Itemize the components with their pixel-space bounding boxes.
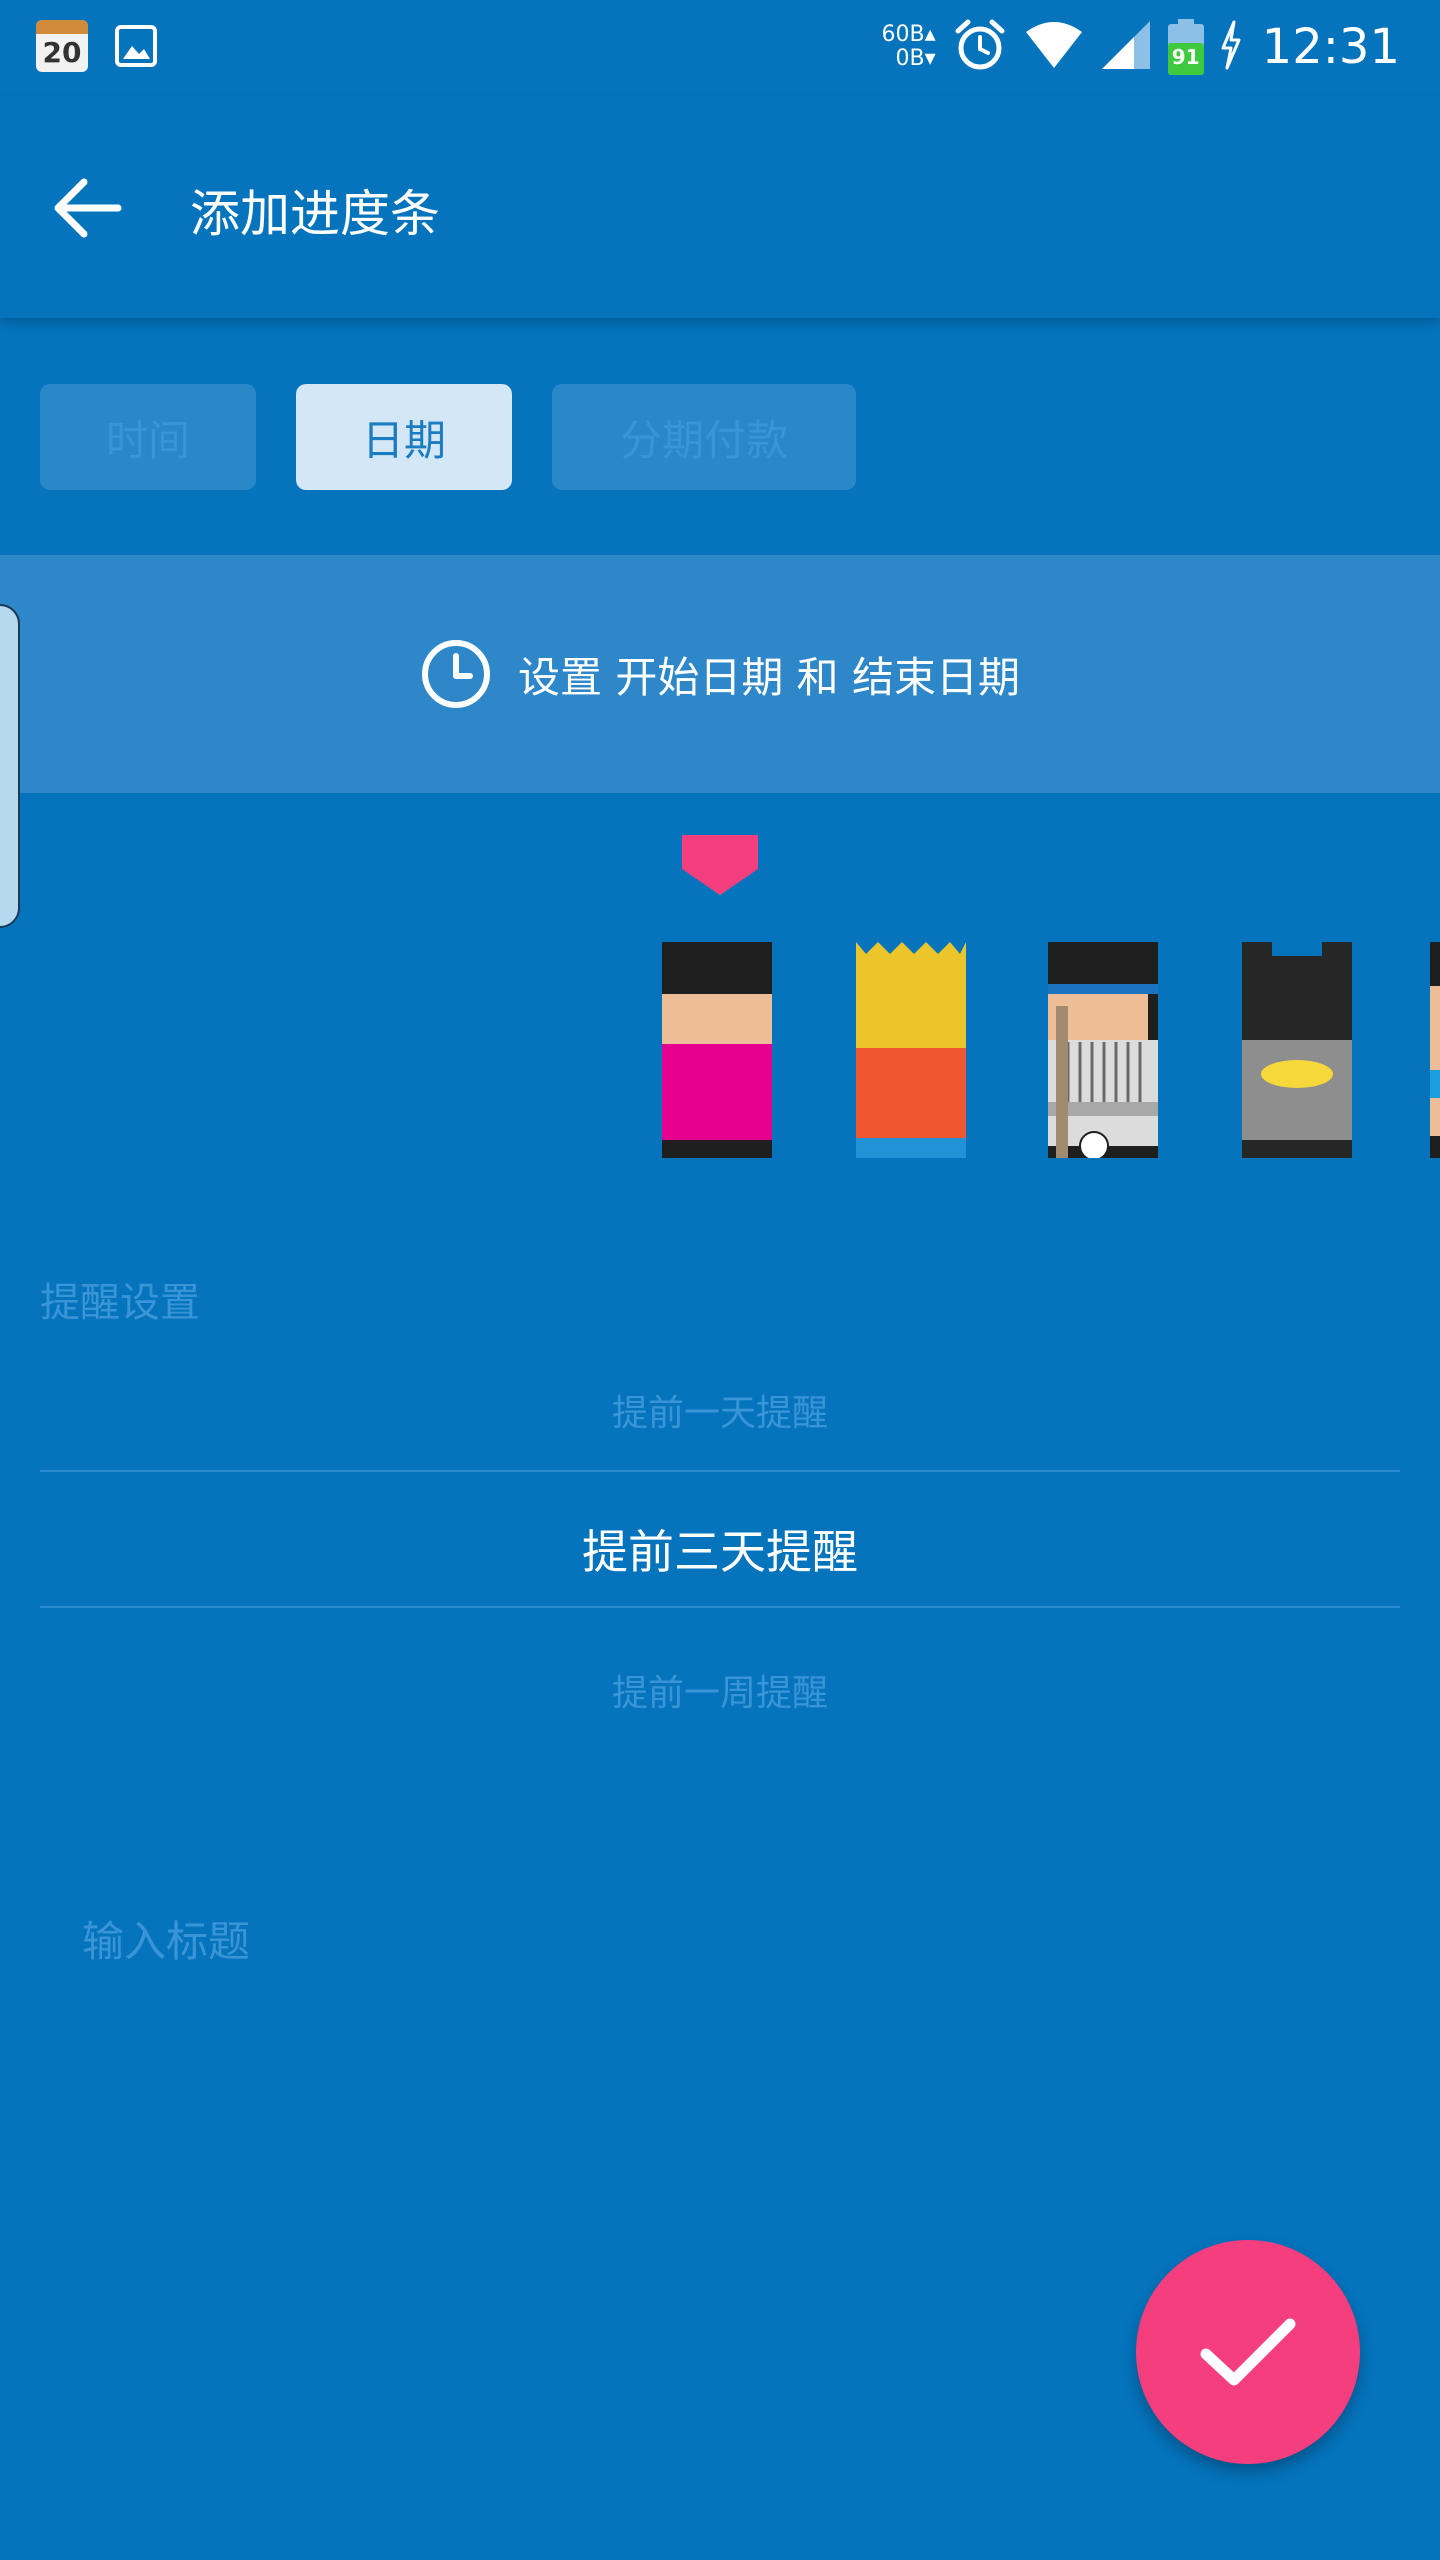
picker-divider-bottom [40, 1606, 1400, 1608]
calendar-day: 20 [42, 36, 82, 69]
image-notification-icon [114, 24, 158, 68]
battery-level: 91 [1171, 45, 1200, 69]
back-button[interactable] [52, 168, 142, 248]
screen: 20 60B▴ 0B▾ 91 12:31 添加进度条 时间 日期 分期付款 设置… [0, 0, 1440, 2560]
title-input[interactable] [80, 1910, 1184, 1972]
net-down: 0B▾ [895, 46, 936, 71]
date-setting-text: 设置 开始日期 和 结束日期 [517, 652, 1021, 702]
date-setting-bar[interactable]: 设置 开始日期 和 结束日期 [0, 555, 1440, 793]
clock-time: 12:31 [1261, 19, 1400, 75]
net-up: 60B▴ [881, 22, 936, 47]
tab-time[interactable]: 时间 [40, 384, 256, 490]
charging-bolt-icon [1220, 20, 1242, 74]
type-tabs: 时间 日期 分期付款 [40, 384, 856, 490]
system-icons: 60B▴ 0B▾ 91 12:31 [882, 14, 1400, 80]
batman-character[interactable] [1242, 942, 1352, 1158]
yellow-hair-character[interactable] [856, 942, 966, 1158]
page-title: 添加进度条 [190, 185, 440, 243]
battery-icon: 91 [1167, 19, 1204, 75]
side-drawer-handle[interactable] [0, 604, 20, 928]
alarm-icon [952, 17, 1008, 77]
picker-divider-top [40, 1470, 1400, 1472]
arrow-back-icon [54, 178, 122, 238]
confirm-fab[interactable] [1136, 2240, 1360, 2464]
partial-character[interactable] [1430, 942, 1440, 1158]
selection-pointer-icon [682, 835, 758, 895]
pink-shirt-character[interactable] [662, 942, 772, 1158]
clock-icon [421, 640, 490, 708]
tab-date[interactable]: 日期 [296, 384, 512, 490]
reminder-option-three-days[interactable]: 提前三天提醒 [0, 1516, 1440, 1582]
reminder-option-one-week[interactable]: 提前一周提醒 [0, 1664, 1440, 1716]
tab-installment[interactable]: 分期付款 [552, 384, 856, 490]
baseball-character[interactable] [1048, 942, 1158, 1158]
reminder-section-label: 提醒设置 [40, 1280, 200, 1326]
wifi-icon [1024, 20, 1084, 74]
calendar-notification-icon: 20 [36, 20, 88, 72]
cell-signal-icon [1100, 19, 1152, 75]
reminder-option-one-day[interactable]: 提前一天提醒 [0, 1384, 1440, 1436]
character-picker [662, 942, 1440, 1162]
notification-icons: 20 [36, 20, 158, 72]
status-bar: 20 60B▴ 0B▾ 91 12:31 [0, 0, 1440, 96]
check-icon [1200, 2318, 1296, 2386]
network-speed: 60B▴ 0B▾ [882, 23, 936, 71]
app-bar: 添加进度条 [0, 96, 1440, 318]
